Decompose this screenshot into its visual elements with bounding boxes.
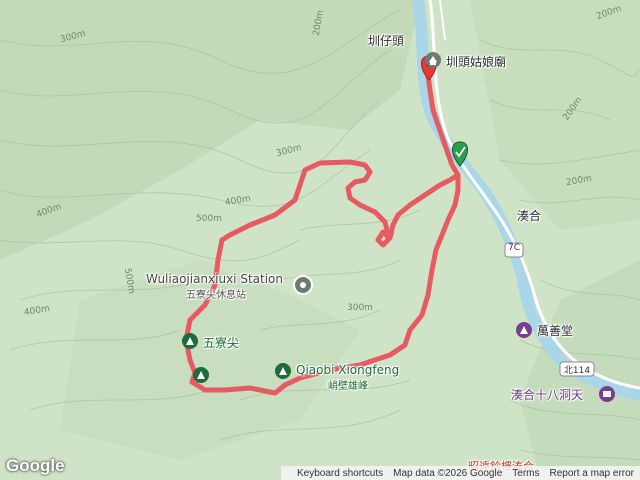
station-pin-icon[interactable] bbox=[293, 275, 313, 295]
poi-purple-icon[interactable] bbox=[516, 322, 532, 338]
report-error-link[interactable]: Report a map error bbox=[550, 468, 634, 479]
keyboard-shortcuts-link[interactable]: Keyboard shortcuts bbox=[297, 468, 383, 479]
map-data-text: Map data ©2026 Google bbox=[393, 467, 503, 479]
terms-link[interactable]: Terms bbox=[512, 468, 539, 479]
poi-purple-icon[interactable] bbox=[599, 386, 615, 402]
label-wanshantang[interactable]: 萬善堂 bbox=[537, 322, 573, 339]
label-zhenzaitou: 圳仔頭 bbox=[368, 34, 405, 48]
poi-green-icon[interactable] bbox=[275, 363, 291, 379]
contour-label: 300m bbox=[347, 303, 373, 313]
label-couhe: 湊合 bbox=[517, 209, 542, 223]
temple-icon[interactable] bbox=[425, 52, 441, 68]
label-couhe-cave[interactable]: 湊合十八洞天 bbox=[511, 386, 583, 403]
poi-green-icon[interactable] bbox=[182, 333, 198, 349]
road-shield-114-label: 北114 bbox=[563, 366, 591, 376]
label-qiaobi-zh[interactable]: 峭壁雄峰 bbox=[328, 377, 368, 392]
google-logo: Google bbox=[6, 456, 65, 475]
attribution-bar: Keyboard shortcuts Map data ©2026 Google… bbox=[280, 466, 640, 480]
label-station-zh[interactable]: 五寮尖休息站 bbox=[186, 286, 246, 301]
label-station-en[interactable]: Wuliaojianxiuxi Station bbox=[146, 272, 283, 286]
contour-label: 500m bbox=[196, 214, 222, 224]
map-canvas[interactable] bbox=[0, 0, 640, 480]
label-qiaobi-en[interactable]: Qiaobi Xiongfeng bbox=[296, 363, 399, 377]
label-wuliaojian[interactable]: 五寮尖 bbox=[203, 334, 239, 351]
label-temple-gunian[interactable]: 圳頭姑娘廟 bbox=[446, 53, 506, 70]
poi-green-icon[interactable] bbox=[193, 367, 209, 383]
road-shield-7c-label: 7C bbox=[507, 243, 520, 253]
